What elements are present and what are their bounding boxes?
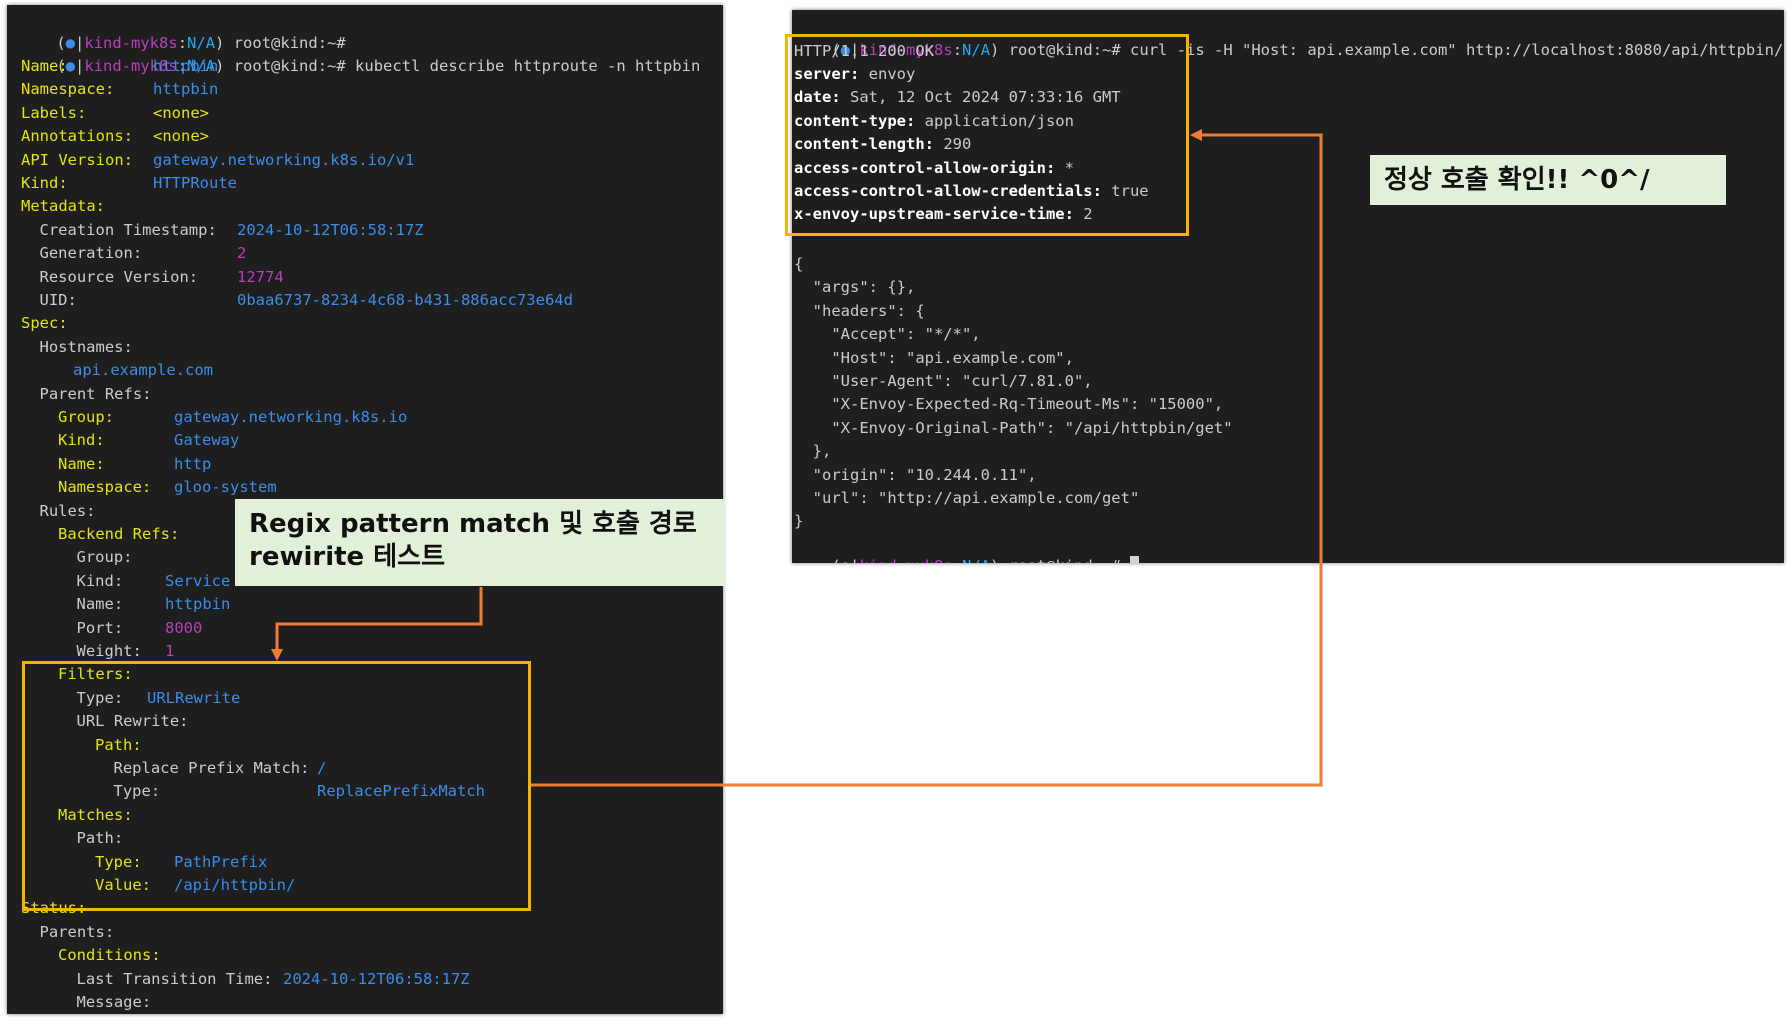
note-to-filters-arrow xyxy=(275,587,483,650)
filters-to-response-arrow xyxy=(531,133,1323,787)
rewrite-test-note: Regix pattern match 및 호출 경로 rewirite 테스트 xyxy=(235,499,725,586)
success-call-note-text: 정상 호출 확인!! ^0^/ xyxy=(1384,165,1650,195)
success-call-note: 정상 호출 확인!! ^0^/ xyxy=(1370,155,1726,205)
rewrite-test-note-line-2: rewirite 테스트 xyxy=(249,542,445,572)
rewrite-test-note-line-1: Regix pattern match 및 호출 경로 xyxy=(249,509,697,539)
filters-to-response-arrowhead xyxy=(1190,129,1202,141)
note-to-filters-arrowhead xyxy=(271,649,283,661)
